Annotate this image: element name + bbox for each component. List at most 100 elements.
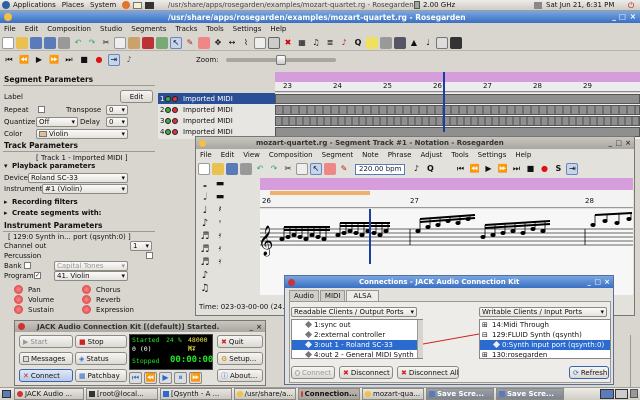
menu-composition[interactable]: Composition	[47, 25, 91, 33]
record-led-icon[interactable]	[172, 106, 178, 113]
notation-editor-icon[interactable]: ♫	[310, 37, 322, 49]
notation-play-icon[interactable]: ▶	[482, 163, 494, 175]
places-menu[interactable]: Places	[62, 1, 84, 9]
connections-minimize-icon[interactable]: _	[588, 278, 592, 286]
rewind-icon[interactable]: ⏪	[18, 54, 30, 66]
tempo-field[interactable]: 220.00 bpm	[355, 163, 406, 175]
notation-draw-icon[interactable]: ✎	[338, 163, 350, 175]
half-note-icon[interactable]: 𝅗𝅥	[198, 191, 212, 204]
connections-maximize-icon[interactable]: □	[594, 278, 601, 286]
writable-port-item[interactable]: ⊟ 129:FLUID Synth (qsynth)	[480, 330, 610, 340]
notation-open-icon[interactable]	[212, 163, 224, 175]
transpose-icon[interactable]	[366, 36, 378, 49]
setup-button[interactable]: ⚙ Setup...	[217, 352, 263, 365]
network-icon[interactable]	[534, 1, 542, 9]
segment-canvas[interactable]	[275, 72, 640, 139]
track-row-1[interactable]: 1 Imported MIDI	[158, 93, 275, 104]
task-connections[interactable]: Connection...	[298, 388, 360, 400]
notation-record-icon[interactable]: ●	[538, 163, 550, 175]
notation-undo-icon[interactable]: ↶	[254, 163, 266, 175]
pan-knob-icon[interactable]	[14, 285, 23, 294]
notation-s-icon[interactable]: S	[552, 163, 564, 175]
mute-led-icon[interactable]	[165, 95, 171, 102]
percussion-checkbox[interactable]	[146, 252, 153, 259]
record-mode-icon[interactable]	[142, 36, 154, 49]
notation-menu-adjust[interactable]: Adjust	[420, 151, 442, 159]
playback-pointer[interactable]	[443, 72, 445, 132]
save-icon[interactable]	[30, 36, 42, 49]
connections-titlebar[interactable]: Connections - JACK Audio Connection Kit …	[285, 276, 613, 288]
color-combo[interactable]: Violin	[36, 129, 128, 139]
minimize-icon[interactable]: _	[612, 12, 616, 21]
notation-copy-icon[interactable]	[296, 163, 308, 175]
qjackctl-window-icon[interactable]	[18, 323, 25, 330]
recording-filters-title[interactable]: Recording filters	[12, 198, 78, 206]
notation-maximize-icon[interactable]: □	[615, 139, 622, 147]
jack-connect-button[interactable]: ✕ Connect	[19, 369, 73, 382]
stop-button[interactable]: ■ Stop	[75, 335, 127, 348]
qjackctl-titlebar[interactable]: JACK Audio Connection Kit [(default)] St…	[15, 321, 265, 332]
erase-tool-icon[interactable]	[198, 36, 210, 49]
device-manager-icon[interactable]	[436, 36, 448, 49]
browser-launcher-icon[interactable]	[122, 1, 131, 9]
menu-settings[interactable]: Settings	[233, 25, 262, 33]
sixteenth-note-icon[interactable]: ♬	[198, 230, 212, 243]
channel-out-combo[interactable]: 1	[130, 241, 152, 251]
notation-menu-view[interactable]: View	[243, 151, 260, 159]
notation-rewind-start-icon[interactable]: ⏮	[454, 163, 466, 175]
notation-menu-composition[interactable]: Composition	[269, 151, 313, 159]
volume-knob-icon[interactable]	[14, 295, 23, 304]
thirty-second-rest-icon[interactable]: 𝄿	[214, 243, 226, 256]
synth-icon[interactable]	[450, 36, 462, 49]
notation-save-icon[interactable]	[226, 163, 238, 175]
segment-track-2[interactable]	[275, 105, 640, 115]
notation-window-icon[interactable]	[199, 139, 206, 147]
expression-knob-icon[interactable]	[82, 305, 91, 314]
task-save-screenshot-2[interactable]: Save Scre...	[496, 388, 564, 400]
studio-icon[interactable]	[394, 36, 406, 49]
select-tool-icon[interactable]: ↖	[170, 36, 182, 49]
connect-ports-button[interactable]: Connect	[291, 366, 335, 379]
disconnect-all-button[interactable]: ✖ Disconnect All	[397, 366, 459, 379]
readable-ports-list[interactable]: 1:sync out 2:external controller 3:out 1…	[291, 319, 423, 359]
track-row-2[interactable]: 2 Imported MIDI	[158, 104, 275, 115]
thirty-second-note-icon[interactable]: ♬	[198, 243, 212, 256]
stop-icon[interactable]: ■	[78, 54, 90, 66]
new-icon[interactable]	[2, 36, 14, 49]
paste-icon[interactable]	[128, 36, 140, 49]
writable-port-item[interactable]: ⊞ 14:Midi Through	[480, 320, 610, 330]
resize-tool-icon[interactable]: ↔	[226, 37, 238, 49]
disconnect-button[interactable]: ✖ Disconnect	[339, 366, 393, 379]
whole-rest-icon[interactable]: ▬	[214, 178, 226, 191]
tied-note-icon[interactable]: ♫	[198, 282, 212, 295]
reverb-knob-icon[interactable]	[82, 295, 91, 304]
task-terminal[interactable]: [root@local...	[86, 388, 158, 400]
power-icon[interactable]: ⏻	[628, 1, 634, 11]
mute-led-icon[interactable]	[165, 128, 171, 135]
main-ruler[interactable]	[275, 72, 640, 82]
notation-loop-ruler[interactable]	[260, 178, 633, 190]
playback-expander-icon[interactable]: ▾	[4, 162, 8, 170]
task-jack[interactable]: JACK Audio ...	[14, 388, 84, 400]
notation-menu-help[interactable]: Help	[515, 151, 531, 159]
record-icon[interactable]: ●	[93, 54, 105, 66]
quarter-rest-icon[interactable]: 𝄽	[214, 204, 226, 217]
tree-expand-icon[interactable]: ⊞	[482, 350, 488, 358]
loop-icon[interactable]: ⇥	[108, 54, 120, 66]
notation-solo-icon[interactable]: ♪	[410, 163, 422, 175]
notation-menu-settings[interactable]: Settings	[478, 151, 507, 159]
foot-icon[interactable]	[2, 1, 10, 9]
qj-backward-icon[interactable]: ⏪	[144, 372, 157, 384]
clock[interactable]: Sat Jun 21, 6:31 PM	[546, 1, 614, 9]
notation-menu-tools[interactable]: Tools	[451, 151, 468, 159]
applications-menu[interactable]: Applications	[13, 1, 56, 9]
qj-pause-icon[interactable]: ⏸	[174, 372, 187, 384]
tree-expand-icon[interactable]: ⊞	[482, 320, 488, 330]
quit-button[interactable]: ✖ Quit	[217, 335, 263, 348]
main-window-titlebar[interactable]: /usr/share/apps/rosegarden/examples/moza…	[0, 11, 640, 23]
record-led-icon[interactable]	[172, 95, 178, 102]
fast-forward-icon[interactable]: ⏩	[48, 54, 60, 66]
start-button[interactable]: ▶ Start	[19, 335, 73, 348]
device-combo[interactable]: Roland SC-33	[28, 173, 128, 183]
notation-fast-forward-icon[interactable]: ⏩	[496, 163, 508, 175]
